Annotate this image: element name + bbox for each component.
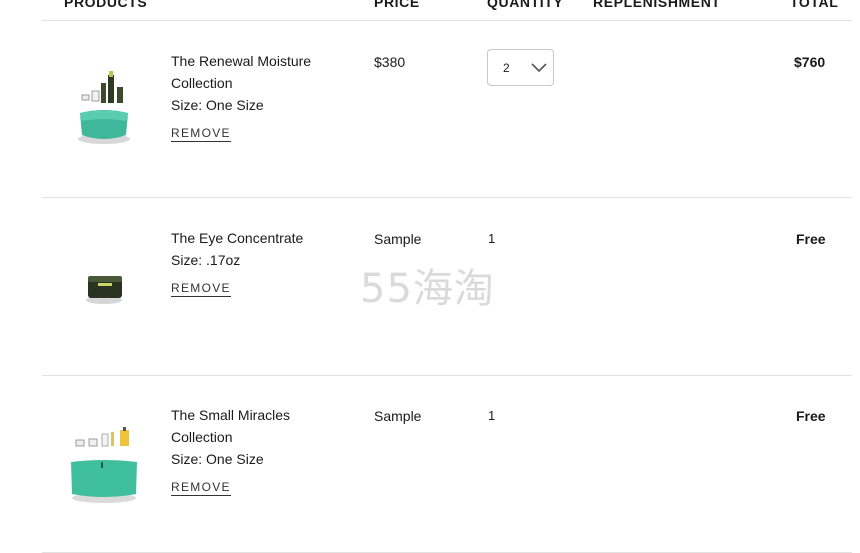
cart-row: The Small Miracles Collection Size: One … (0, 376, 860, 552)
product-size: Size: One Size (171, 97, 264, 113)
chevron-down-icon (531, 63, 547, 73)
item-price: $380 (374, 54, 406, 70)
remove-link[interactable]: REMOVE (171, 480, 231, 496)
remove-link[interactable]: REMOVE (171, 281, 231, 297)
remove-link[interactable]: REMOVE (171, 126, 231, 142)
item-total: $760 (794, 54, 826, 70)
header-total: TOTAL (790, 0, 839, 10)
eye-cream-jar-icon[interactable] (68, 250, 140, 330)
quantity-select[interactable]: 2 (487, 49, 554, 86)
header-quantity: QUANTITY (487, 0, 564, 10)
item-price: Sample (374, 231, 422, 247)
miracles-collection-kit-icon[interactable] (68, 426, 140, 506)
product-size: Size: One Size (171, 451, 264, 467)
item-total: Free (796, 408, 826, 424)
watermark-text: 55海淘 (360, 266, 495, 312)
cart-row: The Renewal Moisture Collection Size: On… (0, 21, 860, 197)
header-replenishment: REPLENISHMENT (593, 0, 721, 10)
item-total: Free (796, 231, 826, 247)
quantity-value: 2 (503, 61, 510, 75)
product-name[interactable]: The Renewal Moisture Collection (171, 50, 351, 94)
item-price: Sample (374, 408, 422, 424)
item-quantity: 1 (488, 408, 496, 423)
product-name[interactable]: The Eye Concentrate (171, 227, 351, 249)
product-size: Size: .17oz (171, 252, 241, 268)
header-price: PRICE (374, 0, 420, 10)
header-products: PRODUCTS (64, 0, 148, 10)
item-quantity: 1 (488, 231, 496, 246)
moisture-collection-kit-icon[interactable] (68, 69, 140, 149)
product-name[interactable]: The Small Miracles Collection (171, 404, 351, 448)
cart-table-header: PRODUCTS PRICE QUANTITY REPLENISHMENT TO… (0, 0, 860, 20)
